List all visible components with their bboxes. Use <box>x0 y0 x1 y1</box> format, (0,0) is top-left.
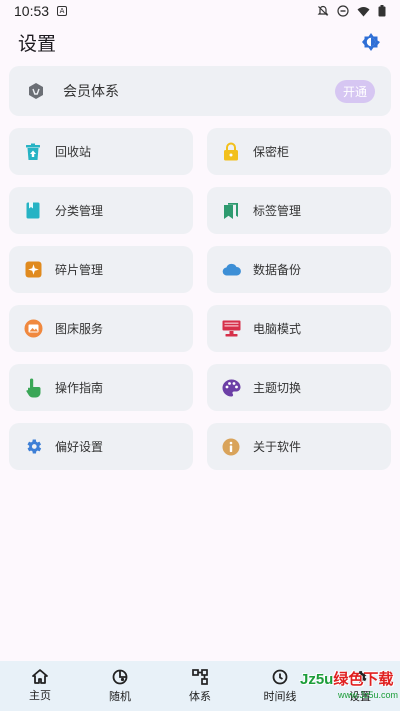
tile-label: 标签管理 <box>253 204 302 218</box>
tile-image-hosting[interactable]: 图床服务 <box>9 305 193 352</box>
status-icons <box>317 5 386 17</box>
info-icon <box>221 437 241 457</box>
tile-label: 分类管理 <box>55 204 104 218</box>
membership-card[interactable]: 会员体系 开通 <box>9 66 391 116</box>
image-icon <box>23 319 43 339</box>
watermark-brand: Jz5u <box>300 671 334 688</box>
dnd-icon <box>337 5 349 17</box>
tile-data-backup[interactable]: 数据备份 <box>207 246 391 293</box>
nav-label: 主页 <box>29 689 51 702</box>
tile-label: 碎片管理 <box>55 263 104 277</box>
tile-label: 回收站 <box>55 145 92 159</box>
bookmark-icon <box>221 201 241 221</box>
tile-label: 主题切换 <box>253 381 302 395</box>
nav-system[interactable]: 体系 <box>160 661 240 711</box>
hierarchy-icon <box>192 668 208 685</box>
tile-label: 数据备份 <box>253 263 302 277</box>
open-membership-button[interactable]: 开通 <box>335 79 375 103</box>
tile-label: 操作指南 <box>55 381 104 395</box>
lock-icon <box>221 142 241 162</box>
nav-random[interactable]: 随机 <box>80 661 160 711</box>
monitor-icon <box>221 319 241 339</box>
tile-label: 保密柜 <box>253 145 290 159</box>
tile-label: 关于软件 <box>253 440 302 454</box>
tile-label: 电脑模式 <box>253 322 302 336</box>
watermark: Jz5u绿色下载 <box>300 668 393 689</box>
palette-icon <box>221 378 241 398</box>
nav-label: 随机 <box>109 689 131 703</box>
trash-icon <box>23 142 43 162</box>
cloud-icon <box>221 260 241 280</box>
gear-icon <box>23 437 43 457</box>
settings-grid: 回收站 保密柜 分类管理 标签管理 碎片管理 数据备份 图床服务 电脑模式 操作… <box>9 128 392 470</box>
tile-category-management[interactable]: 分类管理 <box>9 187 193 234</box>
membership-label: 会员体系 <box>63 84 119 100</box>
tile-theme-switch[interactable]: 主题切换 <box>207 364 391 411</box>
brightness-icon <box>362 33 380 51</box>
nav-home[interactable]: 主页 <box>0 661 80 711</box>
hand-pointer-icon <box>23 378 43 398</box>
status-time: 10:53 <box>14 3 50 19</box>
sparkle-icon <box>23 260 43 280</box>
tile-recycle-bin[interactable]: 回收站 <box>9 128 193 175</box>
page-title: 设置 <box>18 32 57 55</box>
tile-about[interactable]: 关于软件 <box>207 423 391 470</box>
header: 设置 <box>0 26 400 58</box>
nav-label: 时间线 <box>263 689 297 703</box>
clock-icon <box>272 669 288 684</box>
app-notification-icon: A <box>57 6 68 16</box>
tile-tag-management[interactable]: 标签管理 <box>207 187 391 234</box>
tile-desktop-mode[interactable]: 电脑模式 <box>207 305 391 352</box>
wifi-icon <box>357 6 370 16</box>
random-icon <box>112 669 128 684</box>
vip-badge-icon <box>29 83 43 99</box>
tile-label: 图床服务 <box>55 322 104 336</box>
bell-off-icon <box>317 5 329 16</box>
battery-icon <box>378 5 386 17</box>
tile-user-guide[interactable]: 操作指南 <box>9 364 193 411</box>
tile-label: 偏好设置 <box>55 440 104 454</box>
theme-toggle-button[interactable] <box>360 31 382 53</box>
tile-fragment-management[interactable]: 碎片管理 <box>9 246 193 293</box>
tile-vault[interactable]: 保密柜 <box>207 128 391 175</box>
nav-label: 体系 <box>189 689 211 703</box>
watermark-brand-cn: 绿色下载 <box>333 671 394 688</box>
status-bar: 10:53 A <box>0 0 400 22</box>
book-icon <box>23 201 43 221</box>
watermark-url: www.Jz5u.com <box>338 690 399 700</box>
tile-preferences[interactable]: 偏好设置 <box>9 423 193 470</box>
home-icon <box>32 669 48 684</box>
